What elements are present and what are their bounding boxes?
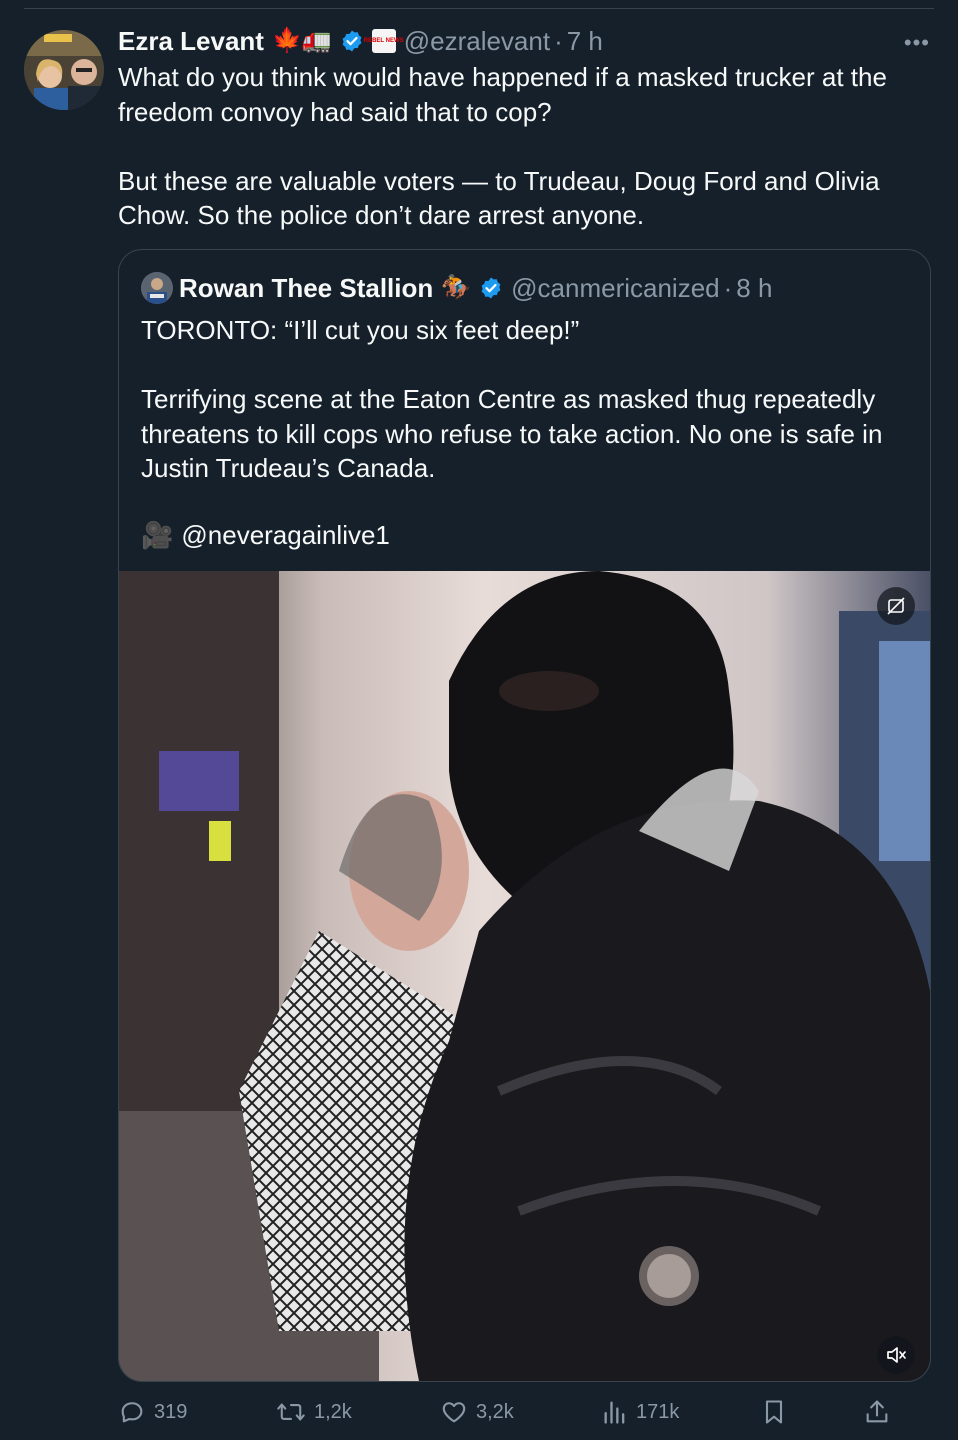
share-icon bbox=[866, 1400, 888, 1423]
quoted-author-avatar bbox=[141, 272, 173, 304]
share-button[interactable] bbox=[864, 1390, 898, 1434]
more-options-icon[interactable]: ••• bbox=[904, 30, 930, 56]
bookmark-icon bbox=[765, 1400, 783, 1424]
video-player[interactable] bbox=[119, 571, 930, 1381]
credit-handle: @neveragainlive1 bbox=[181, 520, 390, 550]
separator: · bbox=[554, 25, 563, 56]
repost-button[interactable]: 1,2k bbox=[276, 1390, 352, 1434]
post-time[interactable]: 7 h bbox=[567, 26, 603, 57]
quoted-author-emoji: 🏇 bbox=[441, 274, 472, 301]
quoted-author-handle: @canmericanized bbox=[511, 272, 720, 303]
author-avatar[interactable] bbox=[24, 30, 104, 110]
separator: · bbox=[723, 272, 733, 303]
verified-badge-icon bbox=[479, 276, 503, 300]
video-frame bbox=[119, 571, 930, 1381]
like-count: 3,2k bbox=[476, 1400, 514, 1423]
views-count: 171k bbox=[636, 1400, 680, 1423]
repost-count: 1,2k bbox=[314, 1400, 352, 1423]
reply-count: 319 bbox=[154, 1400, 188, 1423]
camera-icon: 🎥 bbox=[141, 520, 174, 550]
divider bbox=[24, 8, 934, 9]
post-header: Ezra Levant 🍁🚛 REBEL NEWS @ezralevant · … bbox=[118, 22, 930, 60]
affiliate-badge-icon[interactable]: REBEL NEWS bbox=[364, 29, 404, 53]
mute-icon[interactable] bbox=[877, 1336, 915, 1374]
bookmark-button[interactable] bbox=[762, 1390, 794, 1434]
author-name[interactable]: Ezra Levant bbox=[118, 26, 264, 57]
quoted-header: Rowan Thee Stallion 🏇 @canmericanized · … bbox=[141, 270, 772, 306]
hide-media-icon[interactable] bbox=[877, 587, 915, 625]
views-button[interactable]: 171k bbox=[602, 1390, 679, 1434]
action-bar: 319 1,2k 3,2k 171k bbox=[118, 1390, 898, 1434]
quoted-credit: 🎥 @neveragainlive1 bbox=[141, 520, 390, 551]
reply-icon bbox=[121, 1402, 143, 1423]
quoted-post[interactable]: Rowan Thee Stallion 🏇 @canmericanized · … bbox=[118, 249, 931, 1382]
quoted-time: 8 h bbox=[736, 272, 773, 303]
author-emojis: 🍁🚛 bbox=[271, 27, 332, 54]
reply-button[interactable]: 319 bbox=[118, 1390, 187, 1434]
author-handle[interactable]: @ezralevant bbox=[404, 26, 550, 57]
verified-badge-icon[interactable] bbox=[340, 29, 364, 53]
repost-icon bbox=[277, 1403, 305, 1421]
heart-icon bbox=[442, 1402, 466, 1423]
post-text: What do you think would have happened if… bbox=[118, 62, 887, 230]
post: Ezra Levant 🍁🚛 REBEL NEWS @ezralevant · … bbox=[118, 22, 930, 233]
quoted-text: TORONTO: “I’ll cut you six feet deep!” T… bbox=[141, 315, 883, 483]
like-button[interactable]: 3,2k bbox=[440, 1390, 514, 1434]
analytics-icon bbox=[604, 1401, 625, 1424]
quoted-author-name: Rowan Thee Stallion bbox=[179, 272, 434, 303]
